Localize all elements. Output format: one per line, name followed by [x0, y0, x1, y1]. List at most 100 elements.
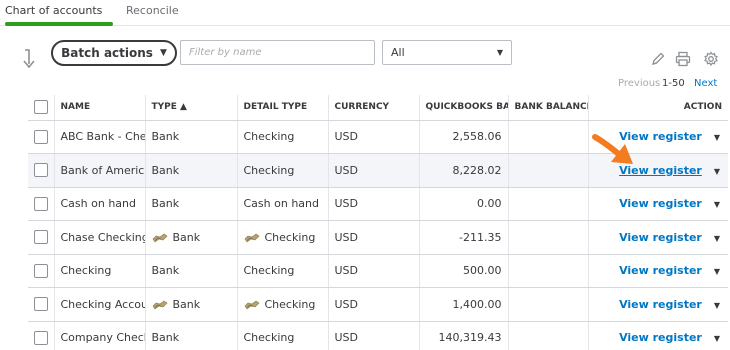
- quickbooks-balance: 8,228.02: [418, 153, 508, 188]
- bank-feed-icon: [244, 300, 259, 310]
- pagination-next[interactable]: Next: [694, 78, 717, 89]
- row-checkbox[interactable]: [34, 230, 48, 245]
- row-checkbox[interactable]: [34, 196, 48, 211]
- quickbooks-balance: 500.00: [418, 254, 508, 288]
- row-checkbox[interactable]: [34, 163, 48, 178]
- view-register-link[interactable]: View register: [619, 331, 702, 344]
- select-all-checkbox[interactable]: [34, 100, 48, 115]
- bank-balance: [507, 153, 588, 188]
- printer-icon[interactable]: [675, 51, 691, 67]
- select-all-cell: [28, 95, 54, 121]
- active-tab-indicator: [5, 22, 113, 26]
- row-checkbox[interactable]: [34, 129, 48, 144]
- row-checkbox[interactable]: [34, 330, 48, 345]
- action-cell: View register ▼: [587, 321, 728, 350]
- account-name: Checking Account: [53, 287, 145, 322]
- account-filter-select[interactable]: All ▼: [382, 40, 512, 65]
- account-type-cell: Bank: [144, 220, 237, 255]
- detail-type: Checking: [264, 230, 316, 244]
- table-row: Cash on hand Bank Cash on hand USD 0.00 View …: [28, 187, 728, 221]
- account-type: Bank: [151, 163, 180, 177]
- batch-actions-button[interactable]: Batch actions ▼: [51, 40, 177, 66]
- detail-type-cell: Cash on hand: [236, 187, 328, 221]
- column-header-bank-balance[interactable]: BANK BALANCE: [507, 95, 588, 121]
- view-register-link[interactable]: View register: [619, 197, 702, 210]
- column-header-type[interactable]: TYPE ▲: [144, 95, 237, 121]
- sort-arrow-icon[interactable]: [18, 48, 38, 70]
- action-cell: View register ▼: [587, 220, 728, 255]
- chevron-down-icon[interactable]: ▼: [714, 301, 720, 310]
- currency: USD: [327, 254, 419, 288]
- tab-bar: Chart of accounts Reconcile: [0, 0, 730, 26]
- account-name: Company Checking: [53, 321, 145, 350]
- chevron-down-icon[interactable]: ▼: [714, 167, 720, 176]
- account-type-cell: Bank: [144, 120, 237, 154]
- tab-reconcile[interactable]: Reconcile: [126, 4, 179, 17]
- column-header-action: ACTION: [587, 95, 728, 121]
- detail-type: Checking: [243, 130, 295, 144]
- account-name: Bank of America Checking: [53, 153, 145, 188]
- detail-type: Cash on hand: [243, 197, 320, 211]
- account-type-cell: Bank: [144, 321, 237, 350]
- row-select-cell: [28, 254, 54, 288]
- row-checkbox[interactable]: [34, 297, 48, 312]
- chevron-down-icon[interactable]: ▼: [714, 334, 720, 343]
- quickbooks-balance: 2,558.06: [418, 120, 508, 154]
- bank-balance: [507, 254, 588, 288]
- view-register-link[interactable]: View register: [619, 264, 702, 277]
- currency: USD: [327, 220, 419, 255]
- account-name: ABC Bank - Checking: [53, 120, 145, 154]
- account-type-cell: Bank: [144, 153, 237, 188]
- currency: USD: [327, 187, 419, 221]
- account-name: Cash on hand: [53, 187, 145, 221]
- account-type-cell: Bank: [144, 254, 237, 288]
- column-header-quickbooks-balance[interactable]: QUICKBOOKS BALANCE: [418, 95, 508, 121]
- bank-feed-icon: [152, 300, 167, 310]
- row-select-cell: [28, 187, 54, 221]
- quickbooks-balance: 140,319.43: [418, 321, 508, 350]
- chevron-down-icon[interactable]: ▼: [714, 267, 720, 276]
- detail-type-cell: Checking: [236, 287, 328, 322]
- account-type: Bank: [151, 264, 180, 278]
- detail-type: Checking: [243, 331, 295, 345]
- row-select-cell: [28, 220, 54, 255]
- bank-balance: [507, 220, 588, 255]
- view-register-link[interactable]: View register: [619, 298, 702, 311]
- account-name: Chase Checking Account: [53, 220, 145, 255]
- account-name: Checking: [53, 254, 145, 288]
- column-header-detail-type[interactable]: DETAIL TYPE: [236, 95, 328, 121]
- account-type-cell: Bank: [144, 287, 237, 322]
- pagination-previous[interactable]: Previous: [618, 78, 660, 89]
- orange-pointer-arrow: [592, 134, 633, 164]
- column-header-currency[interactable]: CURRENCY: [327, 95, 419, 121]
- account-type: Bank: [172, 230, 201, 244]
- detail-type-cell: Checking: [236, 321, 328, 350]
- view-register-link[interactable]: View register: [619, 231, 702, 244]
- account-type: Bank: [151, 197, 180, 211]
- row-checkbox[interactable]: [34, 263, 48, 278]
- table-row: Checking Bank Checking USD 500.00 View regist…: [28, 254, 728, 288]
- detail-type-cell: Checking: [236, 254, 328, 288]
- account-filter-value: All: [391, 46, 405, 59]
- chevron-down-icon[interactable]: ▼: [714, 200, 720, 209]
- detail-type: Checking: [243, 264, 295, 278]
- quickbooks-balance: 0.00: [418, 187, 508, 221]
- bank-feed-icon: [152, 233, 167, 243]
- action-cell: View register ▼: [587, 187, 728, 221]
- currency: USD: [327, 287, 419, 322]
- action-cell: View register ▼: [587, 287, 728, 322]
- detail-type: Checking: [243, 163, 295, 177]
- detail-type-cell: Checking: [236, 153, 328, 188]
- chevron-down-icon[interactable]: ▼: [714, 133, 720, 142]
- column-header-name[interactable]: NAME: [53, 95, 145, 121]
- currency: USD: [327, 120, 419, 154]
- account-type: Bank: [172, 297, 201, 311]
- tab-chart-of-accounts[interactable]: Chart of accounts: [5, 4, 102, 17]
- chevron-down-icon[interactable]: ▼: [714, 234, 720, 243]
- chevron-down-icon: ▼: [159, 48, 167, 58]
- filter-by-name-input[interactable]: [180, 40, 375, 65]
- row-select-cell: [28, 321, 54, 350]
- gear-icon[interactable]: [703, 51, 719, 67]
- quickbooks-balance: -211.35: [418, 220, 508, 255]
- pencil-icon[interactable]: [650, 51, 666, 67]
